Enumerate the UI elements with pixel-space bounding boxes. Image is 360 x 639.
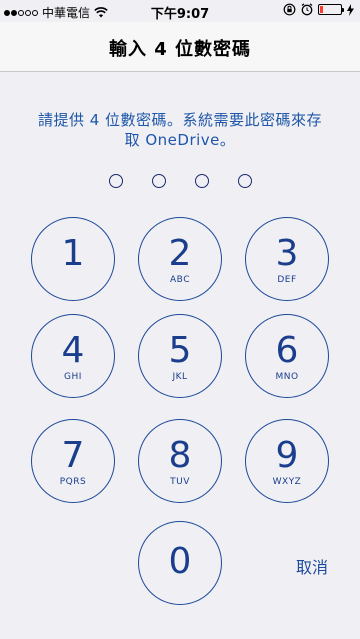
key-6[interactable]: 6 MNO [245, 314, 329, 398]
key-digit: 9 [275, 435, 299, 476]
keypad: 1 2 ABC 3 DEF 4 GHI 5 JKL 6 MNO 7 PQRS 8… [0, 0, 360, 639]
key-5[interactable]: 5 JKL [138, 314, 222, 398]
key-7[interactable]: 7 PQRS [31, 419, 115, 503]
key-letters: MNO [275, 372, 299, 382]
key-letters: DEF [277, 275, 297, 285]
key-letters: GHI [64, 372, 82, 382]
key-digit: 0 [168, 541, 192, 582]
key-3[interactable]: 3 DEF [245, 217, 329, 301]
key-digit: 7 [61, 435, 85, 476]
key-digit: 3 [275, 233, 299, 274]
key-letters: PQRS [59, 477, 87, 487]
key-letters: WXYZ [272, 477, 302, 487]
key-8[interactable]: 8 TUV [138, 419, 222, 503]
key-1[interactable]: 1 [31, 217, 115, 301]
key-digit: 2 [168, 233, 192, 274]
key-letters: JKL [172, 372, 188, 382]
key-digit: 8 [168, 435, 192, 476]
cancel-button[interactable]: 取消 [284, 554, 340, 580]
key-4[interactable]: 4 GHI [31, 314, 115, 398]
key-letters: TUV [170, 477, 190, 487]
key-digit: 1 [61, 233, 85, 274]
key-digit: 6 [275, 330, 299, 371]
key-2[interactable]: 2 ABC [138, 217, 222, 301]
key-letters: ABC [170, 275, 190, 285]
key-9[interactable]: 9 WXYZ [245, 419, 329, 503]
key-0[interactable]: 0 [138, 521, 222, 605]
key-digit: 5 [168, 330, 192, 371]
key-digit: 4 [61, 330, 85, 371]
